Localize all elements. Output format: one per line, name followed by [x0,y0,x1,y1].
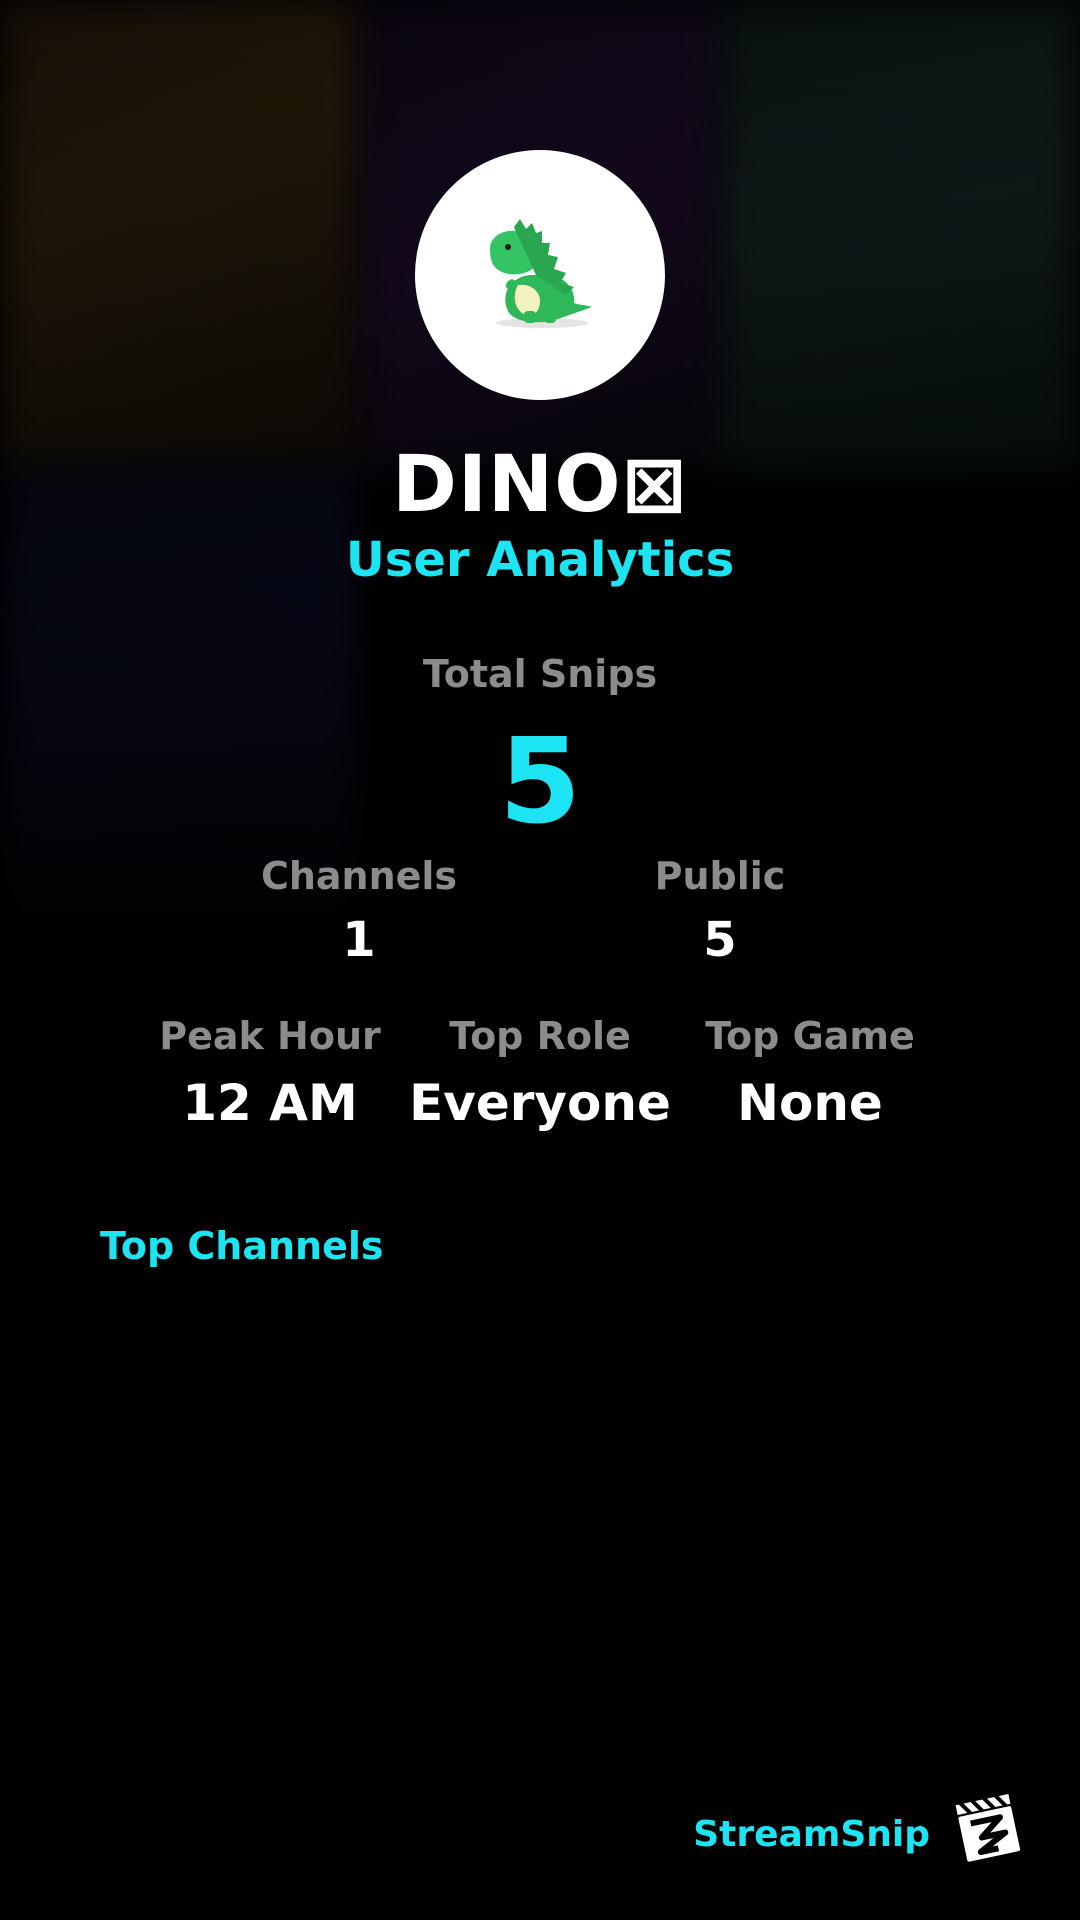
top-role-value: Everyone [409,1074,671,1132]
peak-hour-value: 12 AM [182,1074,358,1132]
dinosaur-icon [490,219,592,328]
public-value: 5 [703,912,737,968]
brand-name: StreamSnip [693,1814,930,1855]
page-subtitle: User Analytics [345,532,735,588]
analytics-card: DINO⊠ User Analytics Total Snips 5 Chann… [0,0,1080,1920]
avatar [415,150,665,400]
top-game-value: None [737,1074,883,1132]
peak-hour-label: Peak Hour [159,1014,381,1058]
public-label: Public [654,854,786,898]
top-game-label: Top Game [705,1014,915,1058]
total-snips-value: 5 [498,712,582,850]
top-role-label: Top Role [449,1014,631,1058]
username: DINO⊠ [392,440,688,530]
top-channels-heading: Top Channels [100,1224,384,1268]
channels-label: Channels [260,854,458,898]
channels-value: 1 [342,912,376,968]
clapperboard-icon [950,1790,1026,1866]
total-snips-label: Total Snips [422,652,658,696]
